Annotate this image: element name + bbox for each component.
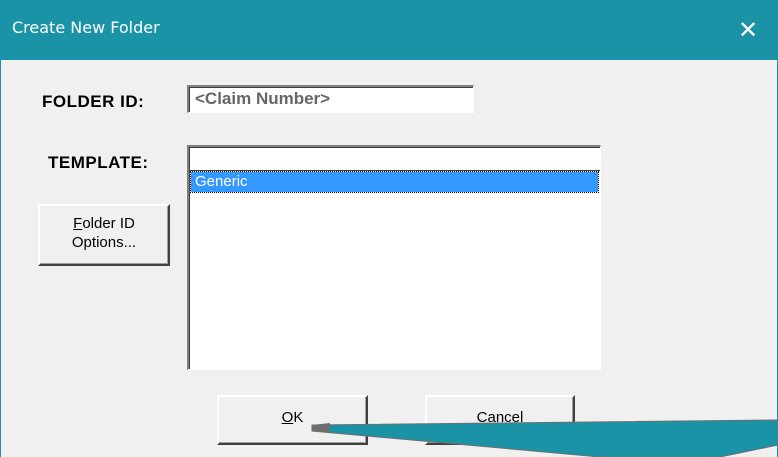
- ok-button-label: K: [293, 409, 304, 426]
- template-list[interactable]: Generic: [187, 170, 601, 370]
- template-input[interactable]: [187, 145, 601, 172]
- folder-id-options-accel: F: [73, 215, 83, 232]
- title-bar: Create New Folder ✕: [0, 0, 778, 60]
- cancel-button-label: Cancel: [476, 409, 524, 426]
- template-label: TEMPLATE:: [48, 153, 149, 172]
- folder-id-options-label-1: older ID: [82, 215, 135, 232]
- window-border-left: [0, 60, 1, 457]
- close-icon[interactable]: ✕: [718, 0, 778, 60]
- window-title: Create New Folder: [12, 18, 160, 37]
- folder-id-options-label-2: Options...: [71, 234, 137, 251]
- folder-id-options-button[interactable]: Folder ID Options...: [38, 204, 170, 266]
- cancel-button[interactable]: Cancel: [425, 395, 575, 445]
- ok-button-accel: O: [281, 409, 294, 426]
- ok-button[interactable]: OK: [217, 395, 368, 445]
- template-option-generic[interactable]: Generic: [190, 171, 599, 193]
- folder-id-field[interactable]: <Claim Number>: [187, 85, 474, 113]
- folder-id-label: FOLDER ID:: [42, 92, 145, 111]
